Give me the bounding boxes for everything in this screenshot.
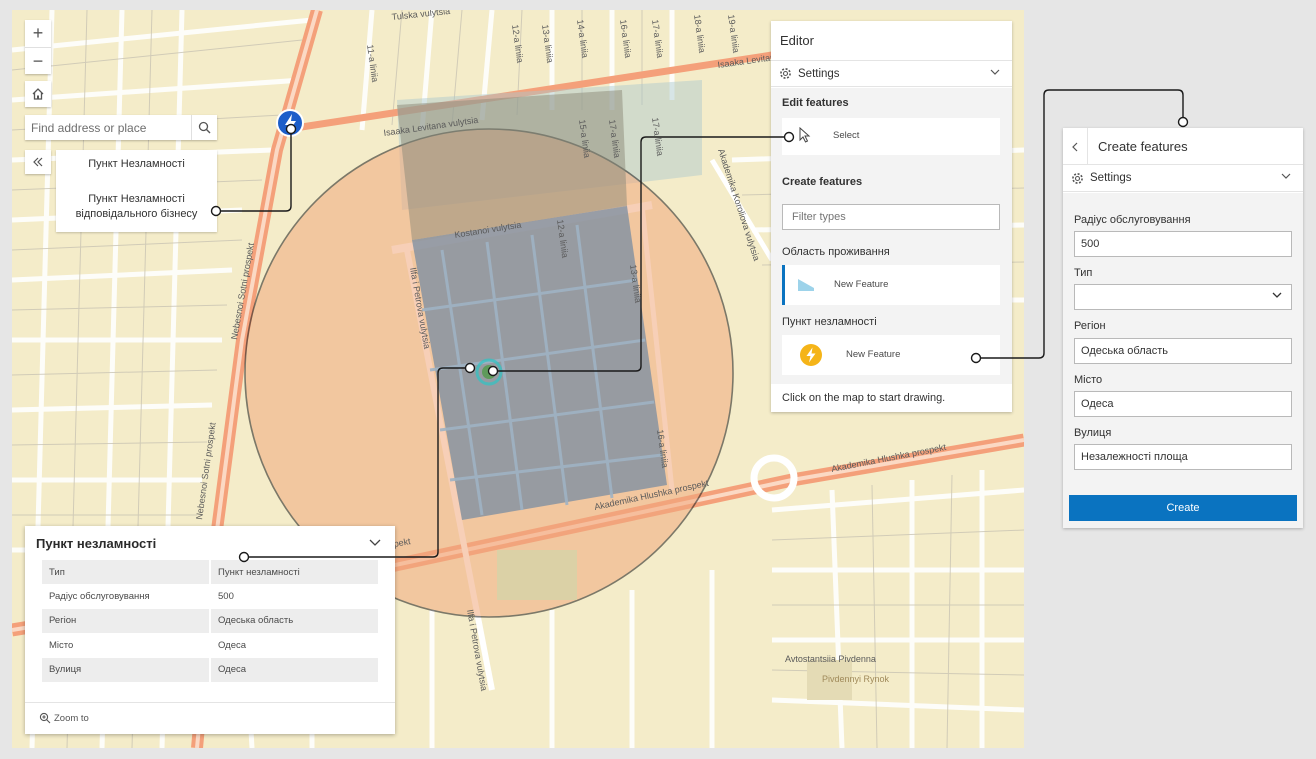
poi-label: Pivdennyi Rynok [822, 674, 890, 684]
create-features-panel: Create features Settings Радіус обслугов… [1063, 128, 1303, 528]
table-row: Регіон Одеська область [42, 608, 378, 634]
attribute-table: Тип Пункт незламності Радіус обслуговуван… [42, 560, 378, 682]
legend-item: Пункт Незламності [88, 158, 185, 170]
select-tool[interactable]: Select [782, 118, 1000, 155]
field-label: Місто [1074, 374, 1103, 386]
chevron-down-icon [1281, 173, 1291, 179]
template-area-feature[interactable]: New Feature [782, 265, 1000, 305]
gear-icon [1072, 172, 1083, 184]
layer-heading: Область проживання [782, 246, 890, 258]
cursor-icon [799, 127, 811, 143]
create-title: Create features [1098, 139, 1188, 154]
double-chevron-left-icon [33, 157, 43, 167]
field-name: Тип [42, 560, 211, 585]
editor-title: Editor [780, 33, 814, 48]
zoom-out-button[interactable]: − [25, 47, 51, 74]
table-row: Радіус обслуговування 500 [42, 584, 378, 609]
back-button[interactable] [1063, 128, 1088, 165]
home-icon [32, 88, 44, 100]
create-header: Create features [1063, 128, 1303, 165]
legend-panel: Пункт Незламності Пункт Незламності відп… [56, 150, 217, 232]
legend-item-line: відповідального бізнесу [75, 208, 198, 220]
field-name: Регіон [42, 608, 211, 634]
lightning-icon [800, 344, 822, 366]
region-input[interactable]: Одеська область [1074, 338, 1292, 364]
create-features-heading: Create features [782, 176, 863, 188]
radius-input[interactable]: 500 [1074, 231, 1292, 257]
field-value: 500 [218, 591, 234, 603]
table-row: Тип Пункт незламності [42, 560, 378, 585]
city-input[interactable]: Одеса [1074, 391, 1292, 417]
home-button[interactable] [25, 81, 51, 107]
chevron-left-icon [1072, 142, 1078, 151]
field-value: Одеса [218, 639, 247, 651]
settings-label: Settings [798, 67, 840, 80]
field-label: Радіус обслуговування [1074, 214, 1191, 226]
polygon-symbol-icon [798, 279, 814, 291]
layer-heading: Пункт незламності [782, 316, 877, 328]
field-name: Радіус обслуговування [42, 584, 211, 609]
field-value: Одеса [210, 657, 378, 682]
popup-footer: Zoom to [25, 702, 395, 734]
search-button[interactable] [191, 115, 217, 140]
search-icon [198, 121, 211, 134]
expand-legend-button[interactable] [25, 150, 51, 174]
field-label: Регіон [1074, 320, 1106, 332]
edit-features-heading: Edit features [782, 97, 849, 109]
settings-label: Settings [1090, 172, 1132, 184]
template-label: New Feature [834, 279, 889, 290]
settings-expander[interactable]: Settings [1063, 165, 1303, 192]
search-widget [25, 115, 217, 140]
editor-body: Edit features Select Create features Обл… [771, 88, 1012, 384]
filter-types-input[interactable] [782, 204, 1000, 230]
chevron-down-icon[interactable] [369, 536, 381, 548]
feature-popup: Пункт незламності Тип Пункт незламності Р… [25, 526, 395, 734]
poi-label: Avtostantsiia Pivdenna [785, 654, 876, 664]
field-value: Одеська область [210, 608, 378, 634]
table-row: Місто Одеса [42, 633, 378, 658]
gear-icon [780, 68, 791, 79]
street-input[interactable]: Незалежності площа [1074, 444, 1292, 470]
zoom-to-icon [39, 712, 51, 724]
chevron-down-icon [990, 69, 1000, 75]
zoom-in-button[interactable]: + [25, 20, 51, 47]
field-label: Тип [1074, 267, 1093, 279]
field-value: Пункт незламності [210, 560, 378, 585]
zoom-to-label: Zoom to [54, 712, 89, 724]
callout-dot [1177, 116, 1189, 128]
chevron-down-icon [1272, 292, 1282, 298]
field-name: Вулиця [42, 657, 211, 682]
field-label: Вулиця [1074, 427, 1112, 439]
legend-item-line: Пункт Незламності [88, 193, 185, 205]
editor-panel: Editor Settings Edit features Select Cre… [771, 21, 1012, 412]
zoom-to-button[interactable]: Zoom to [39, 712, 89, 724]
field-name: Місто [42, 633, 211, 658]
search-input[interactable] [25, 115, 191, 140]
settings-expander[interactable]: Settings [771, 60, 1012, 87]
type-select[interactable] [1074, 284, 1292, 310]
legend-item: Пункт Незламності відповідального бізнес… [56, 192, 217, 222]
create-form: Радіус обслуговування 500 Тип Регіон Оде… [1063, 193, 1303, 528]
zoom-control: + − [25, 20, 51, 74]
select-label: Select [833, 130, 860, 141]
popup-title: Пункт незламності [36, 536, 157, 551]
editor-hint: Click on the map to start drawing. [782, 392, 946, 404]
create-button[interactable]: Create [1069, 495, 1297, 521]
table-row: Вулиця Одеса [42, 657, 378, 682]
template-point-feature[interactable]: New Feature [782, 335, 1000, 375]
template-label: New Feature [846, 349, 901, 360]
